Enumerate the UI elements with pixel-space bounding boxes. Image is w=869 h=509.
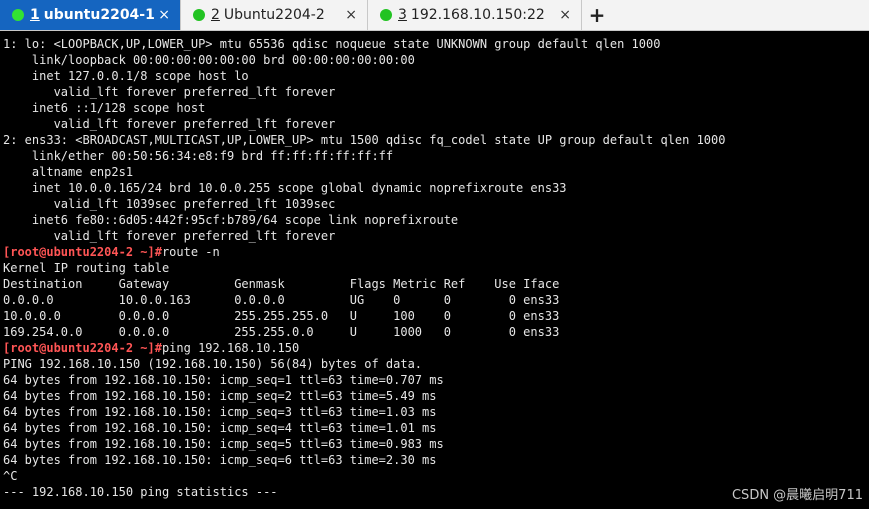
shell-command: route -n	[161, 245, 220, 259]
connected-status-icon	[193, 9, 205, 21]
terminal-line: valid_lft 1039sec preferred_lft 1039sec	[3, 197, 336, 211]
watermark: CSDN @晨曦启明711	[731, 488, 863, 503]
terminal-line: 64 bytes from 192.168.10.150: icmp_seq=3…	[3, 405, 437, 419]
terminal-line: 64 bytes from 192.168.10.150: icmp_seq=2…	[3, 389, 437, 403]
terminal-line: 64 bytes from 192.168.10.150: icmp_seq=4…	[3, 421, 437, 435]
tab-session-1[interactable]: 1 ubuntu2204-1 ×	[0, 0, 181, 30]
tab-number: 3	[398, 7, 407, 23]
new-tab-button[interactable]: +	[582, 0, 612, 30]
tab-title: ubuntu2204-1	[43, 7, 155, 23]
terminal-line: inet 10.0.0.165/24 brd 10.0.0.255 scope …	[3, 181, 567, 195]
close-icon[interactable]: ×	[345, 0, 357, 30]
terminal-line: valid_lft forever preferred_lft forever	[3, 117, 336, 131]
tab-title: 192.168.10.150:22	[410, 7, 545, 23]
tab-label: 2 Ubuntu2204-2	[211, 0, 325, 30]
terminal-line: 0.0.0.0 10.0.0.163 0.0.0.0 UG 0 0 0 ens3…	[3, 293, 560, 307]
terminal-line: 64 bytes from 192.168.10.150: icmp_seq=1…	[3, 373, 444, 387]
tab-session-3[interactable]: 3 192.168.10.150:22 ×	[368, 0, 582, 30]
terminal-line: link/ether 00:50:56:34:e8:f9 brd ff:ff:f…	[3, 149, 394, 163]
terminal-line: 1: lo: <LOOPBACK,UP,LOWER_UP> mtu 65536 …	[3, 37, 661, 51]
tab-label: 3 192.168.10.150:22	[398, 0, 545, 30]
terminal-line: inet6 fe80::6d05:442f:95cf:b789/64 scope…	[3, 213, 459, 227]
terminal-line: inet6 ::1/128 scope host	[3, 101, 206, 115]
terminal-line: Kernel IP routing table	[3, 261, 170, 275]
terminal-line: Destination Gateway Genmask Flags Metric…	[3, 277, 560, 291]
terminal-line: PING 192.168.10.150 (192.168.10.150) 56(…	[3, 357, 423, 371]
terminal-line: valid_lft forever preferred_lft forever	[3, 229, 336, 243]
close-icon[interactable]: ×	[158, 0, 170, 30]
tab-session-2[interactable]: 2 Ubuntu2204-2 ×	[181, 0, 368, 30]
terminal-line: 10.0.0.0 0.0.0.0 255.255.255.0 U 100 0 0…	[3, 309, 560, 323]
terminal-line: 64 bytes from 192.168.10.150: icmp_seq=6…	[3, 453, 437, 467]
terminal-output[interactable]: 1: lo: <LOOPBACK,UP,LOWER_UP> mtu 65536 …	[3, 36, 869, 509]
terminal-line: 2: ens33: <BROADCAST,MULTICAST,UP,LOWER_…	[3, 133, 726, 147]
tab-bar: 1 ubuntu2204-1 × 2 Ubuntu2204-2 × 3 192.168…	[0, 0, 869, 31]
tab-number: 2	[211, 7, 220, 23]
connected-status-icon	[12, 9, 24, 21]
shell-prompt: [root@ubuntu2204-2 ~]#	[3, 341, 162, 355]
tab-number: 1	[30, 7, 40, 23]
close-icon[interactable]: ×	[559, 0, 571, 30]
terminal-line: ^C	[3, 469, 18, 483]
connected-status-icon	[380, 9, 392, 21]
terminal-prompt-line: [root@ubuntu2204-2 ~]#ping 192.168.10.15…	[3, 340, 869, 356]
terminal-line: altname enp2s1	[3, 165, 134, 179]
tab-label: 1 ubuntu2204-1	[30, 0, 155, 30]
shell-command: ping 192.168.10.150	[161, 341, 300, 355]
terminal-line: link/loopback 00:00:00:00:00:00 brd 00:0…	[3, 53, 415, 67]
terminal-line: valid_lft forever preferred_lft forever	[3, 85, 336, 99]
terminal-line: 169.254.0.0 0.0.0.0 255.255.0.0 U 1000 0…	[3, 325, 560, 339]
terminal-line: inet 127.0.0.1/8 scope host lo	[3, 69, 249, 83]
terminal-line: 64 bytes from 192.168.10.150: icmp_seq=5…	[3, 437, 444, 451]
shell-prompt: [root@ubuntu2204-2 ~]#	[3, 245, 162, 259]
tab-title: Ubuntu2204-2	[223, 7, 325, 23]
terminal-prompt-line: [root@ubuntu2204-2 ~]#route -n	[3, 244, 869, 260]
